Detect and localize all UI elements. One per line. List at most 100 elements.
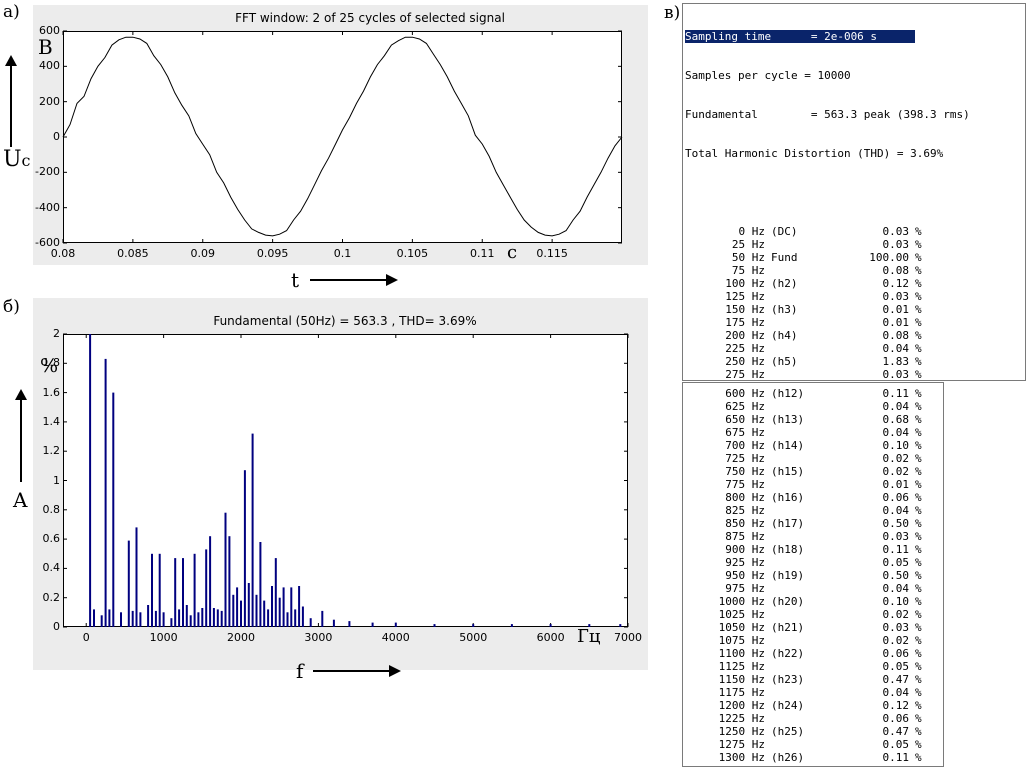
harmonic-unit: % — [915, 556, 922, 569]
harmonic-frequency: 1050 Hz — [718, 621, 765, 634]
harmonic-magnitude: 0.04 — [882, 504, 910, 517]
harmonic-row: 200 Hz (h4) 0.08% — [683, 329, 1025, 342]
harmonic-frequency: 1150 Hz — [718, 673, 765, 686]
harmonic-row: 250 Hz (h5) 1.83% — [683, 355, 1025, 368]
harmonic-magnitude: 0.03 — [882, 290, 910, 303]
x-tick-label-b: 0 — [82, 631, 90, 644]
x-tick-label-a: 0.115 — [536, 247, 568, 260]
harmonic-order: Fund — [771, 251, 798, 264]
harmonic-order — [765, 712, 849, 725]
harmonic-order — [765, 738, 849, 751]
harmonic-frequency: 200 Hz — [725, 329, 765, 342]
harmonics-list-bottom: 600 Hz (h12) 0.11% 625 Hz 0.04% 650 Hz (h13) 0.… — [683, 387, 943, 764]
harmonic-unit: % — [915, 569, 922, 582]
x-tick-label-a: 0.105 — [396, 247, 429, 260]
x-tick-label-b: 7000 — [614, 631, 642, 644]
harmonic-magnitude: 0.03 — [882, 238, 910, 251]
harmonic-order — [765, 504, 849, 517]
y-unit-a: В — [38, 35, 53, 59]
harmonic-row: 775 Hz 0.01% — [683, 478, 943, 491]
harmonic-row: 1275 Hz 0.05% — [683, 738, 943, 751]
harmonic-unit: % — [915, 368, 922, 381]
x-tick-label-a: 0.1 — [333, 247, 352, 260]
y-tick-label-b: 0.2 — [42, 590, 61, 604]
panel-b-label: б) — [3, 297, 20, 317]
harmonic-order: (h12) — [771, 387, 805, 400]
harmonic-row: 925 Hz 0.05% — [683, 556, 943, 569]
harmonic-row: 825 Hz 0.04% — [683, 504, 943, 517]
y-tick-label-b: 1 — [53, 473, 60, 487]
harmonic-unit: % — [915, 439, 922, 452]
harmonic-order: (h19) — [771, 569, 805, 582]
x-tick-label-b: 3000 — [304, 631, 333, 644]
harmonic-unit: % — [915, 225, 922, 238]
harmonic-order: (h22) — [771, 647, 805, 660]
sampling-time-line[interactable]: Sampling time = 2e-006 s — [685, 30, 915, 43]
harmonic-magnitude: 0.04 — [882, 686, 910, 699]
harmonic-row: 675 Hz 0.04% — [683, 426, 943, 439]
harmonic-magnitude: 0.03 — [882, 530, 910, 543]
harmonic-unit: % — [915, 400, 922, 413]
harmonic-magnitude: 0.04 — [882, 426, 910, 439]
fundamental-line: Fundamental = 563.3 peak (398.3 rms) — [685, 108, 970, 121]
harmonic-magnitude: 0.12 — [882, 699, 910, 712]
harmonic-magnitude: 0.05 — [882, 660, 910, 673]
harmonic-row: 700 Hz (h14) 0.10% — [683, 439, 943, 452]
harmonic-row: 275 Hz 0.03% — [683, 368, 1025, 381]
y-tick-label-a: 600 — [39, 24, 60, 37]
x-tick-label-b: 1000 — [149, 631, 178, 644]
harmonic-magnitude: 0.03 — [882, 621, 910, 634]
harmonic-unit: % — [915, 290, 922, 303]
harmonic-magnitude: 0.68 — [882, 413, 910, 426]
harmonic-order — [765, 400, 849, 413]
harmonic-magnitude: 0.08 — [882, 264, 910, 277]
harmonic-magnitude: 1.83 — [882, 355, 910, 368]
harmonic-unit: % — [915, 712, 922, 725]
harmonic-row: 1175 Hz 0.04% — [683, 686, 943, 699]
harmonic-unit: % — [915, 673, 922, 686]
harmonics-panel-bottom[interactable]: 600 Hz (h12) 0.11% 625 Hz 0.04% 650 Hz (h13) 0.… — [682, 382, 944, 767]
y-tick-label-b: 1.2 — [42, 444, 61, 458]
y-tick-label-b: 1.6 — [42, 385, 61, 399]
y-tick-label-a: 0 — [53, 130, 60, 143]
harmonic-order: (h13) — [771, 413, 805, 426]
summary-block: Sampling time = 2e-006 s Samples per cyc… — [683, 4, 1025, 225]
harmonic-magnitude: 0.12 — [882, 277, 910, 290]
harmonic-frequency: 1175 Hz — [718, 686, 765, 699]
harmonic-magnitude: 0.01 — [882, 303, 910, 316]
harmonic-unit: % — [915, 647, 922, 660]
harmonic-row: 950 Hz (h19) 0.50% — [683, 569, 943, 582]
harmonic-order — [765, 452, 849, 465]
harmonic-row: 1100 Hz (h22) 0.06% — [683, 647, 943, 660]
harmonic-frequency: 950 Hz — [725, 569, 765, 582]
harmonic-order: (h18) — [771, 543, 805, 556]
harmonic-row: 750 Hz (h15) 0.02% — [683, 465, 943, 478]
harmonic-order: (h26) — [771, 751, 805, 764]
harmonic-frequency: 600 Hz — [725, 387, 765, 400]
harmonic-frequency: 275 Hz — [725, 368, 765, 381]
harmonic-frequency: 1225 Hz — [718, 712, 765, 725]
harmonic-order: (h25) — [771, 725, 805, 738]
harmonic-unit: % — [915, 413, 922, 426]
harmonic-row: 875 Hz 0.03% — [683, 530, 943, 543]
harmonic-frequency: 225 Hz — [725, 342, 765, 355]
harmonic-magnitude: 0.11 — [882, 543, 910, 556]
harmonic-magnitude: 0.02 — [882, 634, 910, 647]
x-tick-label-b: 6000 — [536, 631, 565, 644]
harmonic-row: 600 Hz (h12) 0.11% — [683, 387, 943, 400]
harmonic-magnitude: 0.04 — [882, 342, 910, 355]
y-axis-label-a: Uс — [3, 147, 31, 172]
harmonic-unit: % — [915, 725, 922, 738]
thd-line: Total Harmonic Distortion (THD) = 3.69% — [685, 147, 944, 160]
harmonic-row: 150 Hz (h3) 0.01% — [683, 303, 1025, 316]
harmonics-panel-top[interactable]: Sampling time = 2e-006 s Samples per cyc… — [682, 3, 1026, 381]
harmonic-frequency: 1250 Hz — [718, 725, 765, 738]
harmonic-row: 625 Hz 0.04% — [683, 400, 943, 413]
harmonic-unit: % — [915, 277, 922, 290]
harmonic-row: 1200 Hz (h24) 0.12% — [683, 699, 943, 712]
harmonic-unit: % — [915, 530, 922, 543]
harmonic-frequency: 675 Hz — [725, 426, 765, 439]
harmonic-frequency: 700 Hz — [725, 439, 765, 452]
harmonic-magnitude: 0.03 — [882, 368, 910, 381]
harmonic-frequency: 125 Hz — [725, 290, 765, 303]
